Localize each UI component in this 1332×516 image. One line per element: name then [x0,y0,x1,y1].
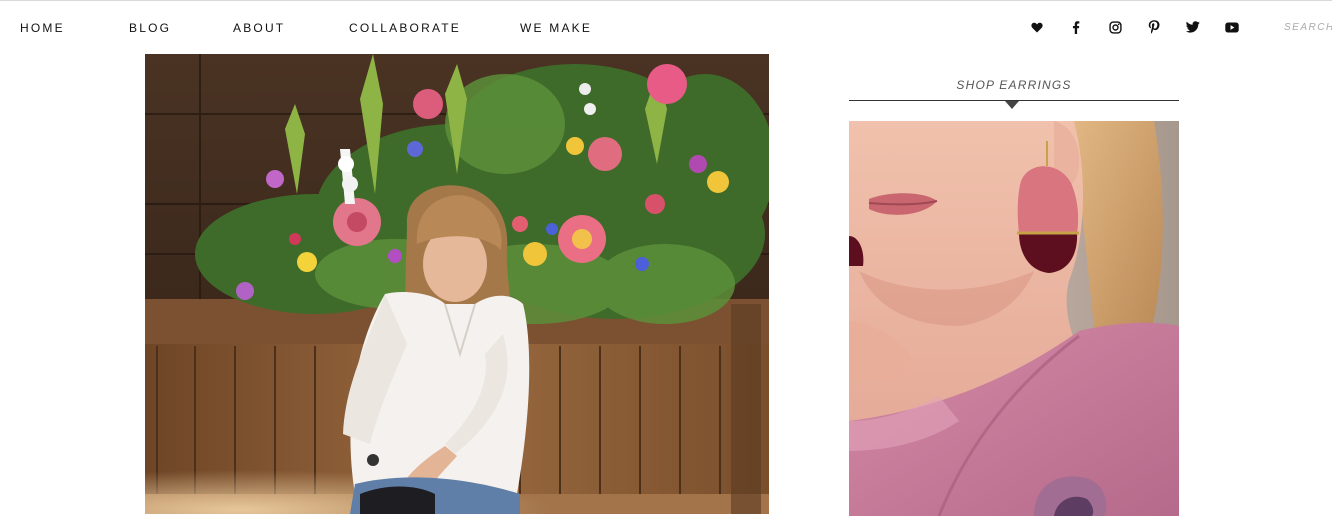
youtube-icon[interactable] [1224,19,1240,35]
caret-down-icon [1005,101,1019,109]
nav-item-home[interactable]: HOME [20,21,65,35]
shop-earrings-image[interactable] [849,121,1179,516]
search-input[interactable] [1284,18,1332,36]
nav-item-collaborate[interactable]: COLLABORATE [349,21,461,35]
widget-title[interactable]: SHOP EARRINGS [849,78,1179,92]
main-navigation: HOME BLOG ABOUT COLLABORATE WE MAKE [0,2,1332,52]
nav-item-we-make[interactable]: WE MAKE [520,21,592,35]
nav-item-about[interactable]: ABOUT [233,21,285,35]
facebook-icon[interactable] [1068,19,1084,35]
instagram-icon[interactable] [1107,19,1123,35]
earrings-photo-illustration [849,121,1179,516]
pinterest-icon[interactable] [1146,19,1162,35]
featured-post-image[interactable] [145,54,769,514]
top-border [0,0,1332,1]
nav-item-blog[interactable]: BLOG [129,21,171,35]
twitter-icon[interactable] [1185,19,1201,35]
featured-photo-illustration [145,54,769,514]
heart-icon[interactable] [1029,19,1045,35]
